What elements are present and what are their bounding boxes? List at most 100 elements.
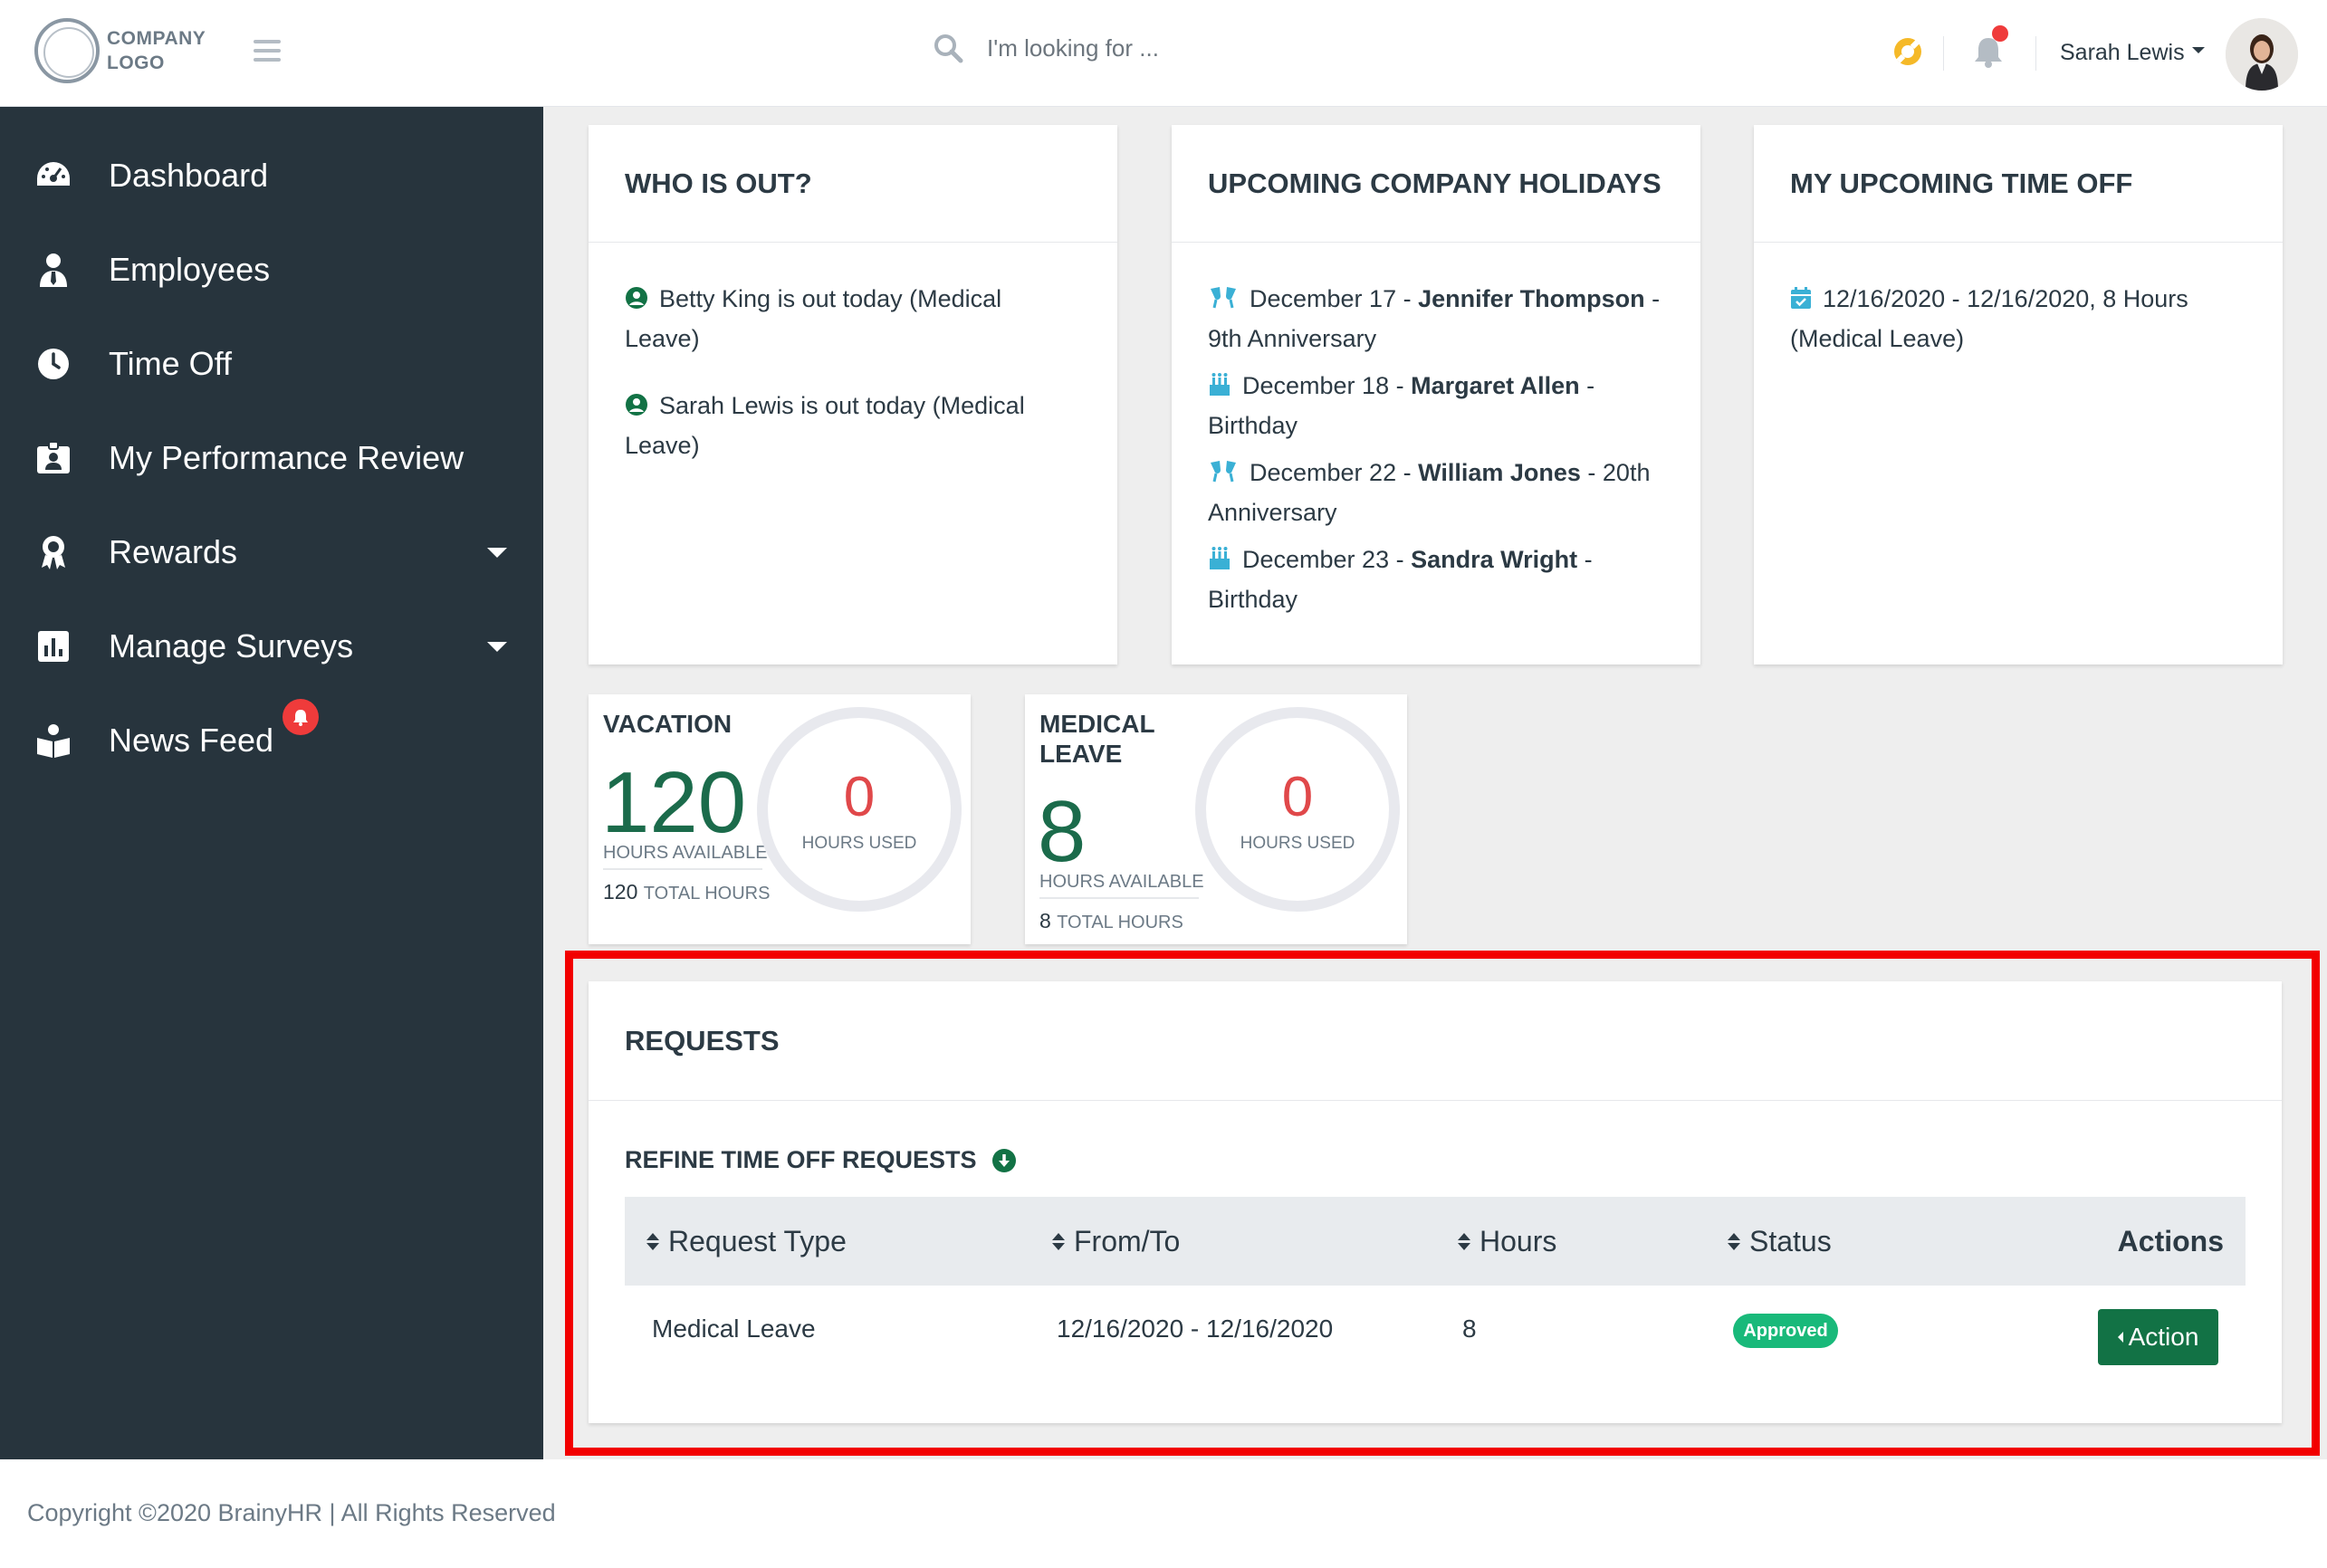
divider [1039,897,1199,899]
holiday-person: Jennifer Thompson [1418,285,1645,312]
holiday-date: December 17 [1250,285,1397,312]
medical-leave-hours-available: 8 [1038,783,1087,880]
sidebar-item-news-feed[interactable]: News Feed [0,699,543,777]
medical-leave-balance-card: MEDICAL LEAVE 8 HOURS AVAILABLE 8 TOTAL … [1025,694,1407,944]
hamburger-menu-icon[interactable] [254,40,281,62]
who-is-out-title: WHO IS OUT? [589,125,1117,243]
caret-down-icon [2191,46,2205,53]
holiday-date: December 18 [1242,372,1390,399]
header-divider [2035,36,2036,71]
medical-leave-total-hours: 8 [1039,909,1051,932]
divider [603,868,762,870]
vacation-hours-used: 0 [843,766,876,828]
sidebar-item-label: Rewards [109,533,238,570]
logo-circle-icon [34,18,100,83]
user-tie-icon [40,253,67,287]
vacation-hours-used-ring: 0 HOURS USED [757,707,962,912]
user-circle-icon [626,286,647,309]
sidebar-item-label: Time Off [109,345,233,382]
company-logo[interactable]: COMPANY LOGO [34,18,206,83]
clock-icon [38,349,69,379]
medical-leave-hours-used-ring: 0 HOURS USED [1195,707,1400,912]
news-feed-badge [282,699,319,735]
holiday-date: December 22 [1250,459,1397,486]
chevron-down-icon [487,547,507,558]
holiday-item: December 23 - Sandra Wright - Birthday [1208,546,1593,613]
sidebar-item-rewards[interactable]: Rewards [0,516,543,588]
holiday-person: William Jones [1418,459,1581,486]
calendar-check-icon [1791,286,1811,309]
vacation-total-hours: 120 [603,880,638,904]
glass-cheers-icon [1211,460,1236,483]
birthday-cake-icon [1210,546,1230,569]
who-is-out-text: Sarah Lewis is out today (Medical Leave) [625,392,1025,459]
medical-leave-title-line2: LEAVE [1039,740,1123,768]
logo-line1: COMPANY [107,28,206,49]
award-icon [42,536,65,569]
sidebar-item-performance-review[interactable]: My Performance Review [0,422,543,494]
birthday-cake-icon [1210,372,1230,396]
who-is-out-card: WHO IS OUT? Betty King is out today (Med… [589,125,1117,664]
upcoming-holidays-card: UPCOMING COMPANY HOLIDAYS December 17 - … [1172,125,1700,664]
holiday-date: December 23 [1242,546,1390,573]
sidebar-item-employees[interactable]: Employees [0,234,543,306]
bell-icon [293,710,308,726]
user-menu[interactable]: Sarah Lewis [2060,40,2205,66]
holiday-event: Birthday [1208,412,1298,439]
medical-leave-title-line1: MEDICAL [1039,710,1155,738]
medical-leave-hours-used-label: HOURS USED [1240,834,1355,853]
search-input[interactable] [987,33,1367,62]
holiday-event: Birthday [1208,586,1298,613]
search-icon [934,34,963,63]
logo-line2: LOGO [107,53,165,73]
top-header: COMPANY LOGO Sarah Lewis [0,0,2327,107]
medical-leave-title: MEDICAL LEAVE [1039,709,1155,769]
user-avatar[interactable] [2226,18,2298,91]
vacation-balance-card: VACATION 120 HOURS AVAILABLE 120 TOTAL H… [589,694,971,944]
medical-leave-hours-used: 0 [1281,766,1314,828]
my-time-off-entry: 12/16/2020 - 12/16/2020, 8 Hours (Medica… [1790,279,2246,359]
medical-leave-total-label: TOTAL HOURS [1057,913,1183,932]
holiday-item: December 17 - Jennifer Thompson - 9th An… [1208,285,1661,352]
copyright-text: Copyright ©2020 BrainyHR | All Rights Re… [27,1499,556,1526]
sidebar-item-label: Dashboard [109,157,269,194]
glass-cheers-icon [1211,286,1236,309]
id-badge-icon [37,441,70,473]
sidebar-item-dashboard[interactable]: Dashboard [0,139,543,212]
who-is-out-entry: Betty King is out today (Medical Leave) [625,279,1081,359]
sidebar: Dashboard Employees Time Off My Performa… [0,107,543,1459]
medical-leave-hours-available-label: HOURS AVAILABLE [1039,872,1204,892]
medical-leave-total: 8 TOTAL HOURS [1039,909,1183,933]
upcoming-holidays-body: December 17 - Jennifer Thompson - 9th An… [1172,243,1700,619]
vacation-title: VACATION [603,710,733,738]
notification-dot [1992,25,2008,42]
holiday-event: 9th Anniversary [1208,325,1377,352]
sidebar-item-manage-surveys[interactable]: Manage Surveys [0,610,543,683]
reader-icon [37,724,70,758]
sidebar-item-time-off[interactable]: Time Off [0,328,543,400]
vacation-total: 120 TOTAL HOURS [603,880,770,904]
who-is-out-text: Betty King is out today (Medical Leave) [625,285,1002,352]
chevron-down-icon [487,641,507,652]
poll-icon [38,631,69,662]
lifebuoy-icon[interactable] [1892,36,1923,67]
my-upcoming-time-off-card: MY UPCOMING TIME OFF 12/16/2020 - 12/16/… [1754,125,2283,664]
user-circle-icon [626,393,647,416]
sidebar-item-label: Manage Surveys [109,627,354,664]
my-time-off-title: MY UPCOMING TIME OFF [1754,125,2283,243]
user-name: Sarah Lewis [2060,40,2185,65]
header-divider [1943,36,1944,71]
who-is-out-body: Betty King is out today (Medical Leave) … [589,243,1117,465]
sidebar-item-label: News Feed [109,722,274,759]
highlight-box [565,951,2320,1456]
tachometer-icon [37,162,70,186]
upcoming-holidays-title: UPCOMING COMPANY HOLIDAYS [1172,125,1700,243]
holiday-item: December 18 - Margaret Allen - Birthday [1208,372,1595,439]
vacation-hours-available: 120 [601,754,747,851]
sidebar-item-label: Employees [109,251,271,288]
vacation-hours-used-label: HOURS USED [801,834,917,853]
footer: Copyright ©2020 BrainyHR | All Rights Re… [0,1459,2327,1568]
my-time-off-body: 12/16/2020 - 12/16/2020, 8 Hours (Medica… [1754,243,2283,359]
holiday-item: December 22 - William Jones - 20th Anniv… [1208,459,1651,526]
search-bar [933,33,1367,63]
